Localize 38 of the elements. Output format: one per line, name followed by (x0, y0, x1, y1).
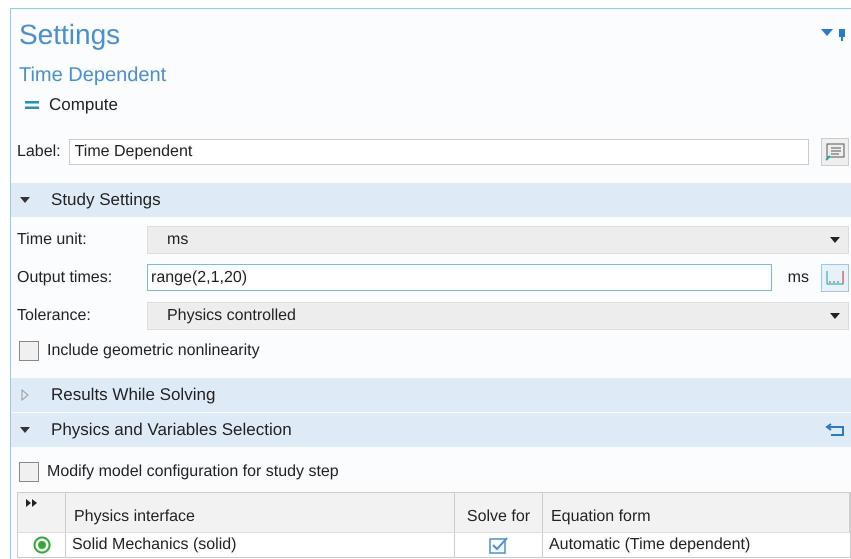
label-field[interactable]: Time Dependent (68, 138, 809, 164)
comment-icon (825, 142, 845, 160)
time-unit-dropdown[interactable]: ms (147, 226, 849, 254)
table-cell-text: Automatic (Time dependent) (548, 534, 752, 554)
field-label: Output times: (17, 268, 114, 288)
expand-caret-icon[interactable] (19, 388, 31, 400)
panel-subtitle: Time Dependent (18, 63, 168, 88)
column-header[interactable]: Physics interface (66, 492, 455, 532)
output-times-field[interactable]: range(2,1,20) (147, 264, 772, 291)
status-radio-icon (32, 536, 50, 554)
compute-button[interactable]: Compute (49, 92, 118, 118)
field-label: Tolerance: (17, 306, 92, 326)
dropdown-arrow-icon (830, 312, 840, 318)
tolerance-dropdown[interactable]: Physics controlled (147, 302, 849, 330)
table-cell: Solid Mechanics (solid) (66, 532, 455, 556)
field-label: Time unit: (17, 230, 88, 250)
panel-title: Settings (19, 18, 120, 52)
section-header[interactable]: Study Settings (11, 182, 851, 216)
solve-for-checkbox[interactable] (488, 536, 508, 554)
dropdown-arrow-icon[interactable] (821, 29, 833, 37)
section-header[interactable]: Physics and Variables Selection (11, 412, 851, 446)
comment-button[interactable] (821, 138, 849, 166)
column-header[interactable]: Equation form (543, 492, 850, 532)
undo-arrow-icon[interactable] (825, 422, 847, 438)
range-button[interactable] (821, 264, 849, 292)
checkbox-label: Include geometric nonlinearity (47, 340, 260, 360)
checkbox[interactable] (19, 462, 39, 482)
equals-icon (25, 100, 39, 109)
field-label: Label: (17, 142, 61, 162)
unit-label: ms (788, 268, 809, 288)
section-header[interactable]: Results While Solving (11, 378, 851, 412)
chart-icon (825, 270, 845, 286)
column-header[interactable]: Solve for (455, 492, 543, 532)
checkbox[interactable] (19, 340, 39, 360)
checkbox-label: Modify model configuration for study step (47, 462, 339, 482)
expand-all-icon[interactable] (26, 498, 38, 506)
dropdown-arrow-icon (830, 236, 840, 242)
pin-icon[interactable] (839, 29, 845, 41)
